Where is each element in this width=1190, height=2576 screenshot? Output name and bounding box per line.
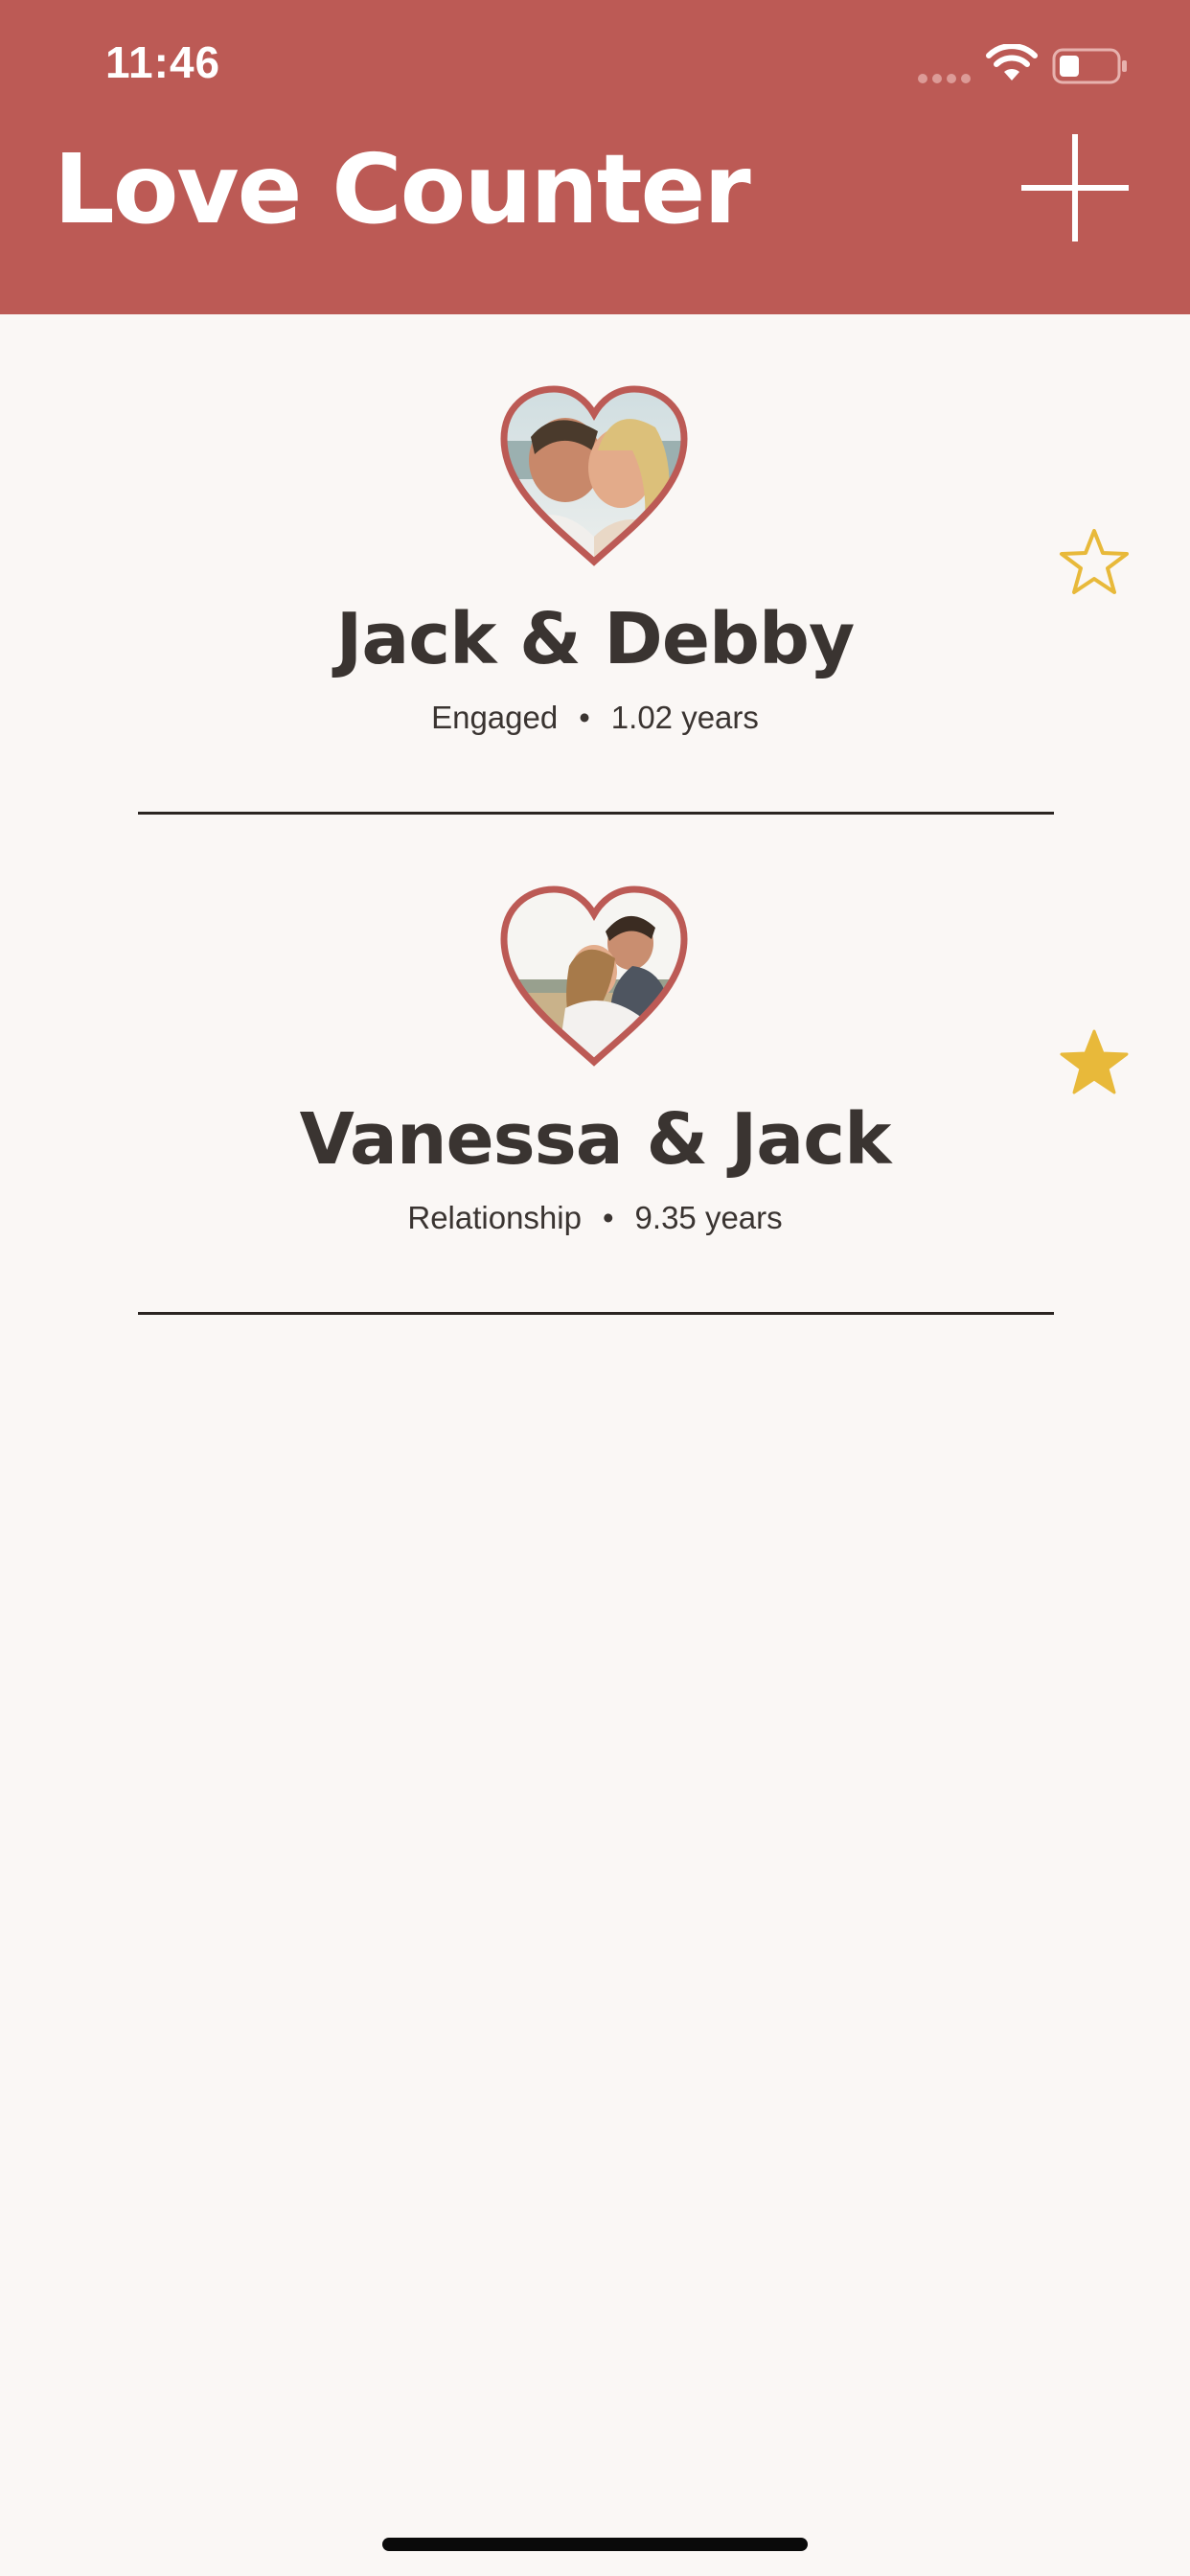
relationship-status: Relationship [407,1200,582,1235]
couple-card[interactable]: Vanessa & Jack Relationship • 9.35 years [0,820,1190,1319]
couple-name: Jack & Debby [335,598,855,680]
relationship-duration: 1.02 years [610,700,759,735]
home-indicator[interactable] [382,2538,808,2551]
relationship-status: Engaged [431,700,559,735]
separator-dot: • [579,700,590,735]
app-title: Love Counter [54,133,751,245]
status-time: 11:46 [105,37,221,87]
relationship-duration: 9.35 years [634,1200,783,1235]
couple-photo-heart-icon [500,886,688,1067]
couple-photo-heart-icon [500,385,688,566]
couple-name: Vanessa & Jack [299,1098,892,1181]
separator-dot: • [602,1200,614,1235]
plus-icon[interactable] [1019,132,1131,243]
battery-icon [1052,48,1127,84]
couple-card[interactable]: Jack & Debby Engaged • 1.02 years [0,320,1190,818]
cellular-signal-icon [918,71,975,88]
couple-meta: Relationship • 9.35 years [0,1200,1190,1236]
divider [138,812,1054,815]
divider [138,1312,1054,1315]
app-header: 11:46 Love Counter [0,0,1190,314]
couple-meta: Engaged • 1.02 years [0,700,1190,736]
star-outline-icon[interactable] [1058,525,1131,598]
wifi-icon [986,44,1038,80]
star-filled-icon[interactable] [1058,1025,1131,1098]
